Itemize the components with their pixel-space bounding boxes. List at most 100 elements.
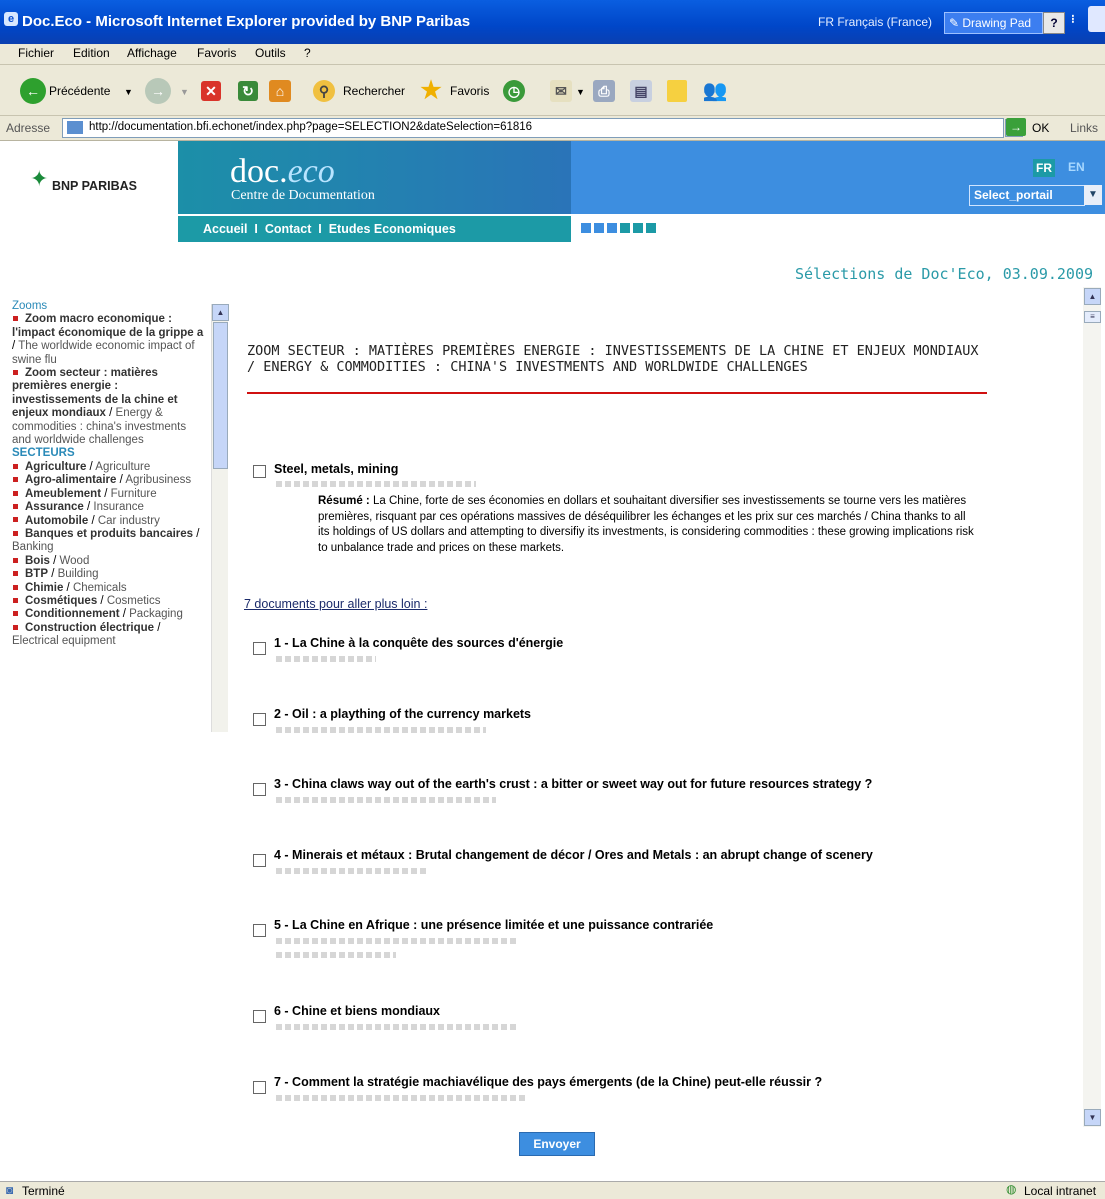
- print-icon[interactable]: ⎙: [593, 80, 615, 102]
- back-dropdown-icon[interactable]: ▼: [124, 87, 133, 97]
- window-titlebar: e Doc.Eco - Microsoft Internet Explorer …: [0, 0, 1105, 44]
- back-icon[interactable]: ←: [20, 78, 46, 104]
- sector-fr: Automobile: [25, 514, 89, 527]
- mail-dropdown-icon[interactable]: ▼: [576, 87, 585, 97]
- sector-fr: BTP: [25, 568, 48, 581]
- document-checkbox[interactable]: [253, 783, 266, 796]
- menu-affichage[interactable]: Affichage: [127, 46, 177, 60]
- main-scrollbar[interactable]: ▲ ≡ ▼: [1083, 287, 1101, 1127]
- portal-select[interactable]: Select_portail: [969, 185, 1085, 206]
- note-icon[interactable]: [667, 80, 687, 102]
- menu-edition[interactable]: Edition: [73, 46, 110, 60]
- document-title[interactable]: 7 - Comment la stratégie machiavélique d…: [274, 1075, 822, 1089]
- menu-favoris[interactable]: Favoris: [197, 46, 236, 60]
- stop-icon[interactable]: ✕: [201, 81, 221, 101]
- sidebar-sector-item[interactable]: Construction électrique / Electrical equ…: [12, 622, 208, 649]
- sidebar-sector-item[interactable]: Agro-alimentaire / Agribusiness: [12, 474, 208, 487]
- menu-outils[interactable]: Outils: [255, 46, 286, 60]
- mail-icon[interactable]: ✉: [550, 80, 572, 102]
- top-nav-links[interactable]: Accueil I Contact I Etudes Economiques: [203, 222, 456, 236]
- home-icon[interactable]: ⌂: [269, 80, 291, 102]
- search-label[interactable]: Rechercher: [343, 84, 405, 98]
- sector-en: Electrical equipment: [12, 635, 116, 648]
- document-title[interactable]: 6 - Chine et biens mondiaux: [274, 1004, 440, 1018]
- sidebar-zoom-macro[interactable]: Zoom macro economique : l'impact économi…: [12, 313, 208, 367]
- doceco-subtitle: Centre de Documentation: [231, 188, 375, 203]
- drawing-pad-label: Drawing Pad: [962, 16, 1032, 30]
- more-icon[interactable]: ⁝: [1071, 12, 1075, 26]
- sidebar-sector-item[interactable]: BTP / Building: [12, 568, 208, 581]
- menu-fichier[interactable]: Fichier: [18, 46, 54, 60]
- resume-text: La Chine, forte de ses économies en doll…: [318, 495, 974, 554]
- bnp-logo[interactable]: ✦ BNP PARIBAS: [0, 141, 178, 243]
- browser-toolbar: ← Précédente ▼ → ▼ ✕ ↻ ⌂ ⚲ Rechercher ★ …: [0, 65, 1105, 116]
- language-indicator[interactable]: FR Français (France): [818, 15, 932, 29]
- bullet-icon: [13, 504, 18, 510]
- document-title[interactable]: 2 - Oil : a plaything of the currency ma…: [274, 707, 531, 721]
- bullet-icon: [13, 611, 18, 617]
- document-checkbox[interactable]: [253, 1081, 266, 1094]
- sidebar-zoom-secteur[interactable]: Zoom secteur : matières premières energi…: [12, 367, 208, 447]
- links-button[interactable]: Links: [1070, 121, 1098, 135]
- doceco-logo: doc.eco: [230, 153, 335, 191]
- document-checkbox[interactable]: [253, 713, 266, 726]
- main-scroll-up-icon[interactable]: ▲: [1084, 288, 1101, 305]
- document-meta: [276, 952, 396, 958]
- lang-fr-button[interactable]: FR: [1033, 159, 1055, 177]
- sector-en: Agribusiness: [125, 474, 192, 487]
- sidebar-sector-item[interactable]: Assurance / Insurance: [12, 501, 208, 514]
- lang-en-button[interactable]: EN: [1068, 160, 1085, 174]
- sidebar-sector-item[interactable]: Ameublement / Furniture: [12, 488, 208, 501]
- go-arrow-icon[interactable]: →: [1006, 118, 1026, 136]
- edit-icon[interactable]: ▤: [630, 80, 652, 102]
- help-icon[interactable]: ?: [1043, 12, 1065, 34]
- document-meta: [276, 868, 426, 874]
- search-icon[interactable]: ⚲: [313, 80, 335, 102]
- document-meta: [276, 1095, 526, 1101]
- sidebar-sector-item[interactable]: Automobile / Car industry: [12, 515, 208, 528]
- main-scroll-thumb[interactable]: ≡: [1084, 311, 1101, 323]
- sidebar-scroll-up-icon[interactable]: ▲: [212, 304, 229, 321]
- menu-help[interactable]: ?: [304, 46, 311, 60]
- more-docs-link[interactable]: 7 documents pour aller plus loin :: [244, 597, 427, 611]
- favorites-label[interactable]: Favoris: [450, 84, 489, 98]
- item-title[interactable]: Steel, metals, mining: [274, 462, 398, 476]
- document-checkbox[interactable]: [253, 854, 266, 867]
- document-title[interactable]: 1 - La Chine à la conquête des sources d…: [274, 636, 563, 650]
- address-input[interactable]: http://documentation.bfi.echonet/index.p…: [62, 118, 1004, 138]
- forward-dropdown-icon[interactable]: ▼: [180, 87, 189, 97]
- history-icon[interactable]: ◷: [503, 80, 525, 102]
- refresh-icon[interactable]: ↻: [238, 81, 258, 101]
- sidebar-sector-item[interactable]: Bois / Wood: [12, 555, 208, 568]
- go-button[interactable]: OK: [1032, 121, 1049, 135]
- item-checkbox[interactable]: [253, 465, 266, 478]
- submit-button[interactable]: Envoyer: [519, 1132, 595, 1156]
- document-title[interactable]: 4 - Minerais et métaux : Brutal changeme…: [274, 848, 873, 862]
- document-checkbox[interactable]: [253, 1010, 266, 1023]
- sector-fr: Cosmétiques: [25, 594, 98, 607]
- document-meta: [276, 938, 516, 944]
- document-checkbox[interactable]: [253, 924, 266, 937]
- menu-bar: Fichier Edition Affichage Favoris Outils…: [0, 44, 1105, 65]
- main-scroll-down-icon[interactable]: ▼: [1084, 1109, 1101, 1126]
- sidebar-scrollbar[interactable]: ▲: [211, 304, 229, 732]
- messenger-icon[interactable]: 👥: [702, 78, 728, 104]
- minimize-button[interactable]: [1088, 6, 1105, 32]
- sector-en: Packaging: [129, 608, 183, 621]
- sidebar-sector-item[interactable]: Banques et produits bancaires / Banking: [12, 528, 208, 555]
- drawing-pad-button[interactable]: ✎ Drawing Pad: [944, 12, 1043, 34]
- sidebar-sector-item[interactable]: Chimie / Chemicals: [12, 582, 208, 595]
- sidebar-sector-item[interactable]: Conditionnement / Packaging: [12, 608, 208, 621]
- sidebar-scroll-thumb[interactable]: [213, 322, 228, 469]
- document-checkbox[interactable]: [253, 642, 266, 655]
- document-title[interactable]: 5 - La Chine en Afrique : une présence l…: [274, 918, 713, 932]
- sidebar-sector-item[interactable]: Agriculture / Agriculture: [12, 461, 208, 474]
- back-label[interactable]: Précédente: [49, 84, 110, 98]
- sidebar-sector-item[interactable]: Cosmétiques / Cosmetics: [12, 595, 208, 608]
- forward-icon[interactable]: →: [145, 78, 171, 104]
- pen-icon: ✎: [949, 16, 963, 30]
- document-title[interactable]: 3 - China claws way out of the earth's c…: [274, 777, 872, 791]
- doceco-prefix: doc.: [230, 153, 288, 190]
- favorites-star-icon[interactable]: ★: [418, 78, 444, 104]
- portal-dropdown-icon[interactable]: ▼: [1084, 185, 1102, 205]
